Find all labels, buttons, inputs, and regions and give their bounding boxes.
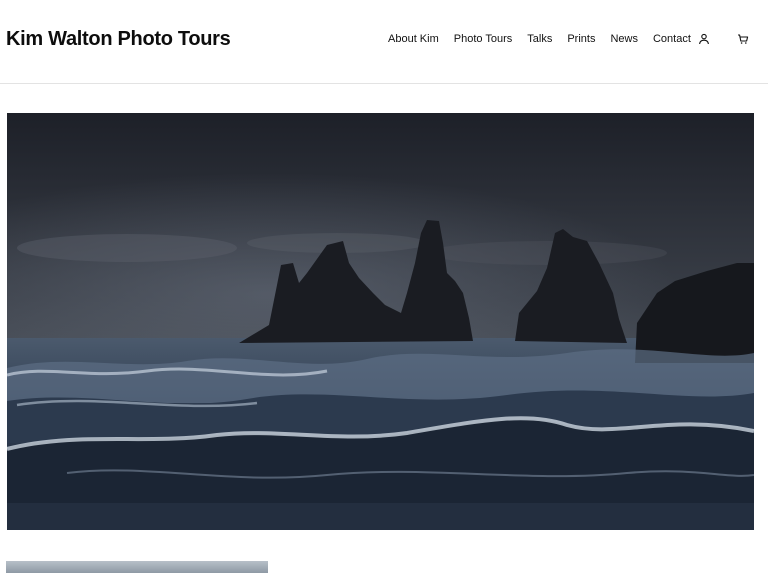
cart-button[interactable] (736, 32, 750, 46)
hero-image (7, 113, 754, 530)
account-button[interactable] (697, 32, 711, 46)
nav-link-contact[interactable]: Contact (653, 33, 691, 45)
nav-link-photo-tours[interactable]: Photo Tours (454, 33, 513, 45)
cart-icon (738, 34, 749, 44)
user-icon (699, 33, 709, 45)
nav-link-about-kim[interactable]: About Kim (388, 33, 439, 45)
site-title-link[interactable]: Kim Walton Photo Tours (6, 28, 231, 51)
sea-stacks-image (7, 113, 754, 530)
main-nav: About Kim Photo Tours Talks Prints News … (388, 33, 691, 45)
secondary-image (6, 561, 268, 573)
site-header: Kim Walton Photo Tours About Kim Photo T… (0, 0, 768, 84)
nav-link-news[interactable]: News (610, 33, 638, 45)
nav-link-prints[interactable]: Prints (567, 33, 595, 45)
nav-link-talks[interactable]: Talks (527, 33, 552, 45)
